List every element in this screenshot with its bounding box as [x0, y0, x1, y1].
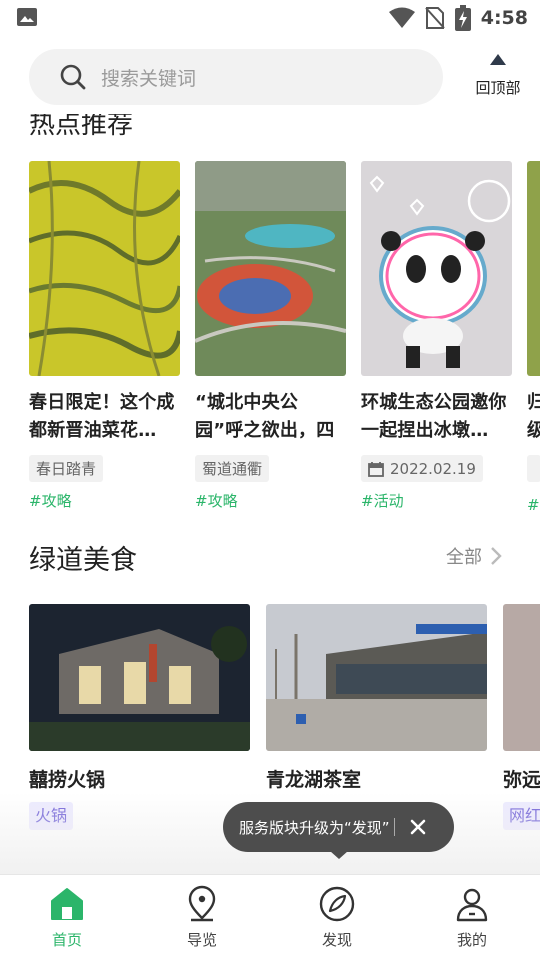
hot-card-hashtag: #活动	[361, 492, 404, 510]
tab-discover[interactable]: 发现	[297, 885, 377, 950]
hot-card-tag	[527, 455, 540, 482]
food-card-name: 弥远	[503, 769, 540, 791]
tab-home[interactable]: 首页	[27, 885, 107, 950]
hot-card-hashtag: #活	[527, 496, 540, 514]
back-to-top-label: 回顶部	[475, 79, 521, 97]
hot-card[interactable]: 春日限定！这个成都新晋油菜花… 春日踏青 #攻略	[29, 161, 180, 511]
hotpot-restaurant-photo	[29, 604, 250, 751]
image-notification-icon	[17, 8, 37, 26]
search-placeholder: 搜索关键词	[101, 67, 197, 90]
rapeseed-field-photo	[29, 161, 180, 376]
toast-pointer	[330, 851, 348, 859]
home-icon	[51, 888, 83, 920]
no-sim-icon	[424, 7, 445, 29]
hot-card-photo	[527, 161, 540, 376]
hot-card-title: 春日限定！这个成都新晋油菜花…	[29, 392, 175, 441]
food-card-name: 青龙湖茶室	[266, 769, 362, 791]
wifi-icon	[388, 7, 415, 28]
more-label: 全部	[446, 547, 482, 568]
hot-card-tag: 蜀道通衢	[195, 455, 270, 482]
panda-mascot-photo	[361, 161, 512, 376]
calendar-icon	[368, 461, 384, 477]
profile-icon	[456, 888, 488, 922]
tab-mine[interactable]: 我的	[432, 885, 512, 950]
hot-card-title: 归级	[527, 392, 540, 441]
food-card-name: 囍捞火锅	[29, 769, 106, 791]
toast-divider	[393, 818, 395, 836]
toast-message: 服务版块升级为“发现”	[239, 818, 390, 837]
hot-card[interactable]: “城北中央公园”呼之欲出，四道八… 蜀道通衢 #攻略	[195, 161, 346, 511]
clock-time: 4:58	[480, 7, 528, 29]
screen: 4:58 热点推荐 搜索关键词 回顶部 春日限定！这个成都新晋油菜花… 春日踏青…	[0, 0, 540, 960]
hot-card-hashtag: #攻略	[29, 492, 72, 510]
food-section-title: 绿道美食	[29, 545, 137, 576]
hot-card-tag: 春日踏青	[29, 455, 104, 482]
bottom-tab-bar: 首页 导览 发现 我的	[0, 874, 540, 960]
chevron-right-icon	[491, 547, 502, 565]
tab-label: 首页	[51, 931, 82, 949]
hot-card-date: 2022.02.19	[390, 459, 476, 478]
back-to-top-button[interactable]: 回顶部	[468, 54, 528, 98]
hot-card[interactable]: 归级 #活	[527, 161, 540, 515]
food-card-photo	[503, 604, 540, 751]
battery-charging-icon	[454, 5, 471, 31]
hot-card-title: 环城生态公园邀你一起捏出冰墩…	[361, 392, 507, 441]
hot-card-title: “城北中央公园”呼之欲出，四道八…	[195, 392, 335, 441]
tab-guide[interactable]: 导览	[162, 885, 242, 950]
search-input[interactable]: 搜索关键词	[29, 49, 443, 105]
status-bar: 4:58	[0, 0, 540, 36]
hot-card[interactable]: 环城生态公园邀你一起捏出冰墩… 2022.02.19 #活动	[361, 161, 512, 511]
location-pin-icon	[188, 885, 216, 922]
park-aerial-photo	[195, 161, 346, 376]
arrow-up-icon	[490, 54, 506, 65]
tab-label: 发现	[321, 931, 352, 949]
food-section-more-link[interactable]: 全部	[446, 543, 502, 569]
upgrade-toast: 服务版块升级为“发现”	[223, 802, 454, 852]
close-icon[interactable]	[403, 812, 433, 842]
hot-card-date-tag: 2022.02.19	[361, 455, 483, 482]
tab-label: 我的	[456, 931, 487, 949]
tea-house-photo	[266, 604, 487, 751]
search-icon	[60, 64, 86, 90]
search-header: 搜索关键词 回顶部	[0, 36, 540, 114]
hot-card-hashtag: #攻略	[195, 492, 238, 510]
tab-label: 导览	[186, 931, 217, 949]
compass-icon	[319, 886, 355, 922]
